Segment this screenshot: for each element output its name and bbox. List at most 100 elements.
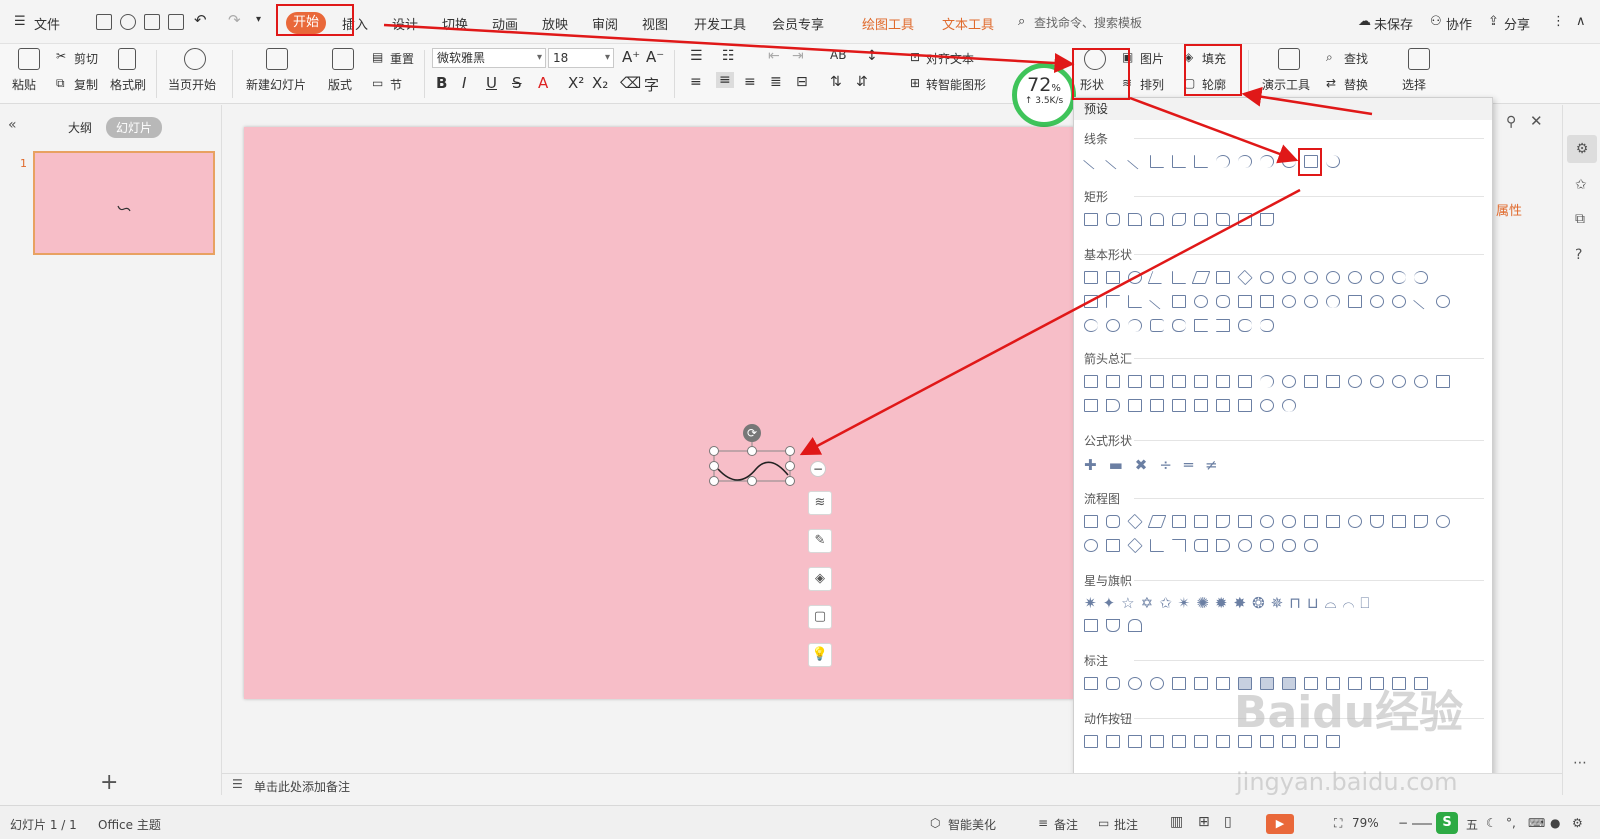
- tab-developer[interactable]: 开发工具: [694, 14, 746, 33]
- unsaved-status[interactable]: 未保存: [1374, 14, 1413, 33]
- star8-icon[interactable]: ✴: [1178, 594, 1197, 612]
- right-brace-icon[interactable]: [1260, 319, 1274, 332]
- command-search-input[interactable]: 查找命令、搜索模板: [1034, 12, 1184, 34]
- flow-punched-tape-icon[interactable]: [1414, 515, 1428, 528]
- plus-icon[interactable]: ✚: [1084, 456, 1097, 474]
- reading-view-icon[interactable]: ▯: [1224, 814, 1232, 830]
- justify-icon[interactable]: ≣: [770, 74, 782, 90]
- add-slide-icon[interactable]: +: [100, 770, 118, 795]
- curved-double-arrow-icon[interactable]: [1260, 155, 1274, 168]
- bent-up-arrow-icon[interactable]: [1326, 375, 1340, 388]
- action-info-icon[interactable]: [1194, 735, 1208, 748]
- zoom-slider[interactable]: [1412, 823, 1432, 825]
- minus-shape-icon[interactable]: ▬: [1109, 456, 1123, 474]
- flow-sequential-access-icon[interactable]: [1238, 539, 1252, 552]
- export-icon[interactable]: [120, 14, 136, 30]
- strikethrough-icon[interactable]: S: [512, 74, 522, 92]
- curved-left-arrow-icon[interactable]: [1370, 375, 1384, 388]
- flow-delay-icon[interactable]: [1216, 539, 1230, 552]
- flow-manual-input-icon[interactable]: [1304, 515, 1318, 528]
- star-icon[interactable]: ✩: [1575, 177, 1587, 193]
- star16-icon[interactable]: ✸: [1234, 594, 1253, 612]
- diamond-icon[interactable]: [1237, 269, 1253, 286]
- star4-icon[interactable]: ✦: [1103, 594, 1122, 612]
- paragraph-spacing-icon[interactable]: ⇅: [830, 74, 842, 90]
- striped-right-arrow-icon[interactable]: [1436, 375, 1450, 388]
- cut-button[interactable]: 剪切: [74, 50, 98, 67]
- flow-offpage-icon[interactable]: [1370, 515, 1384, 528]
- block-arc-icon[interactable]: [1326, 295, 1340, 308]
- font-color-icon[interactable]: A: [538, 74, 548, 92]
- star7-icon[interactable]: ✩: [1159, 594, 1178, 612]
- align-center-icon[interactable]: ≡: [716, 72, 734, 88]
- notes-toggle-button[interactable]: 备注: [1054, 816, 1078, 833]
- flow-data-icon[interactable]: [1147, 515, 1167, 528]
- star32-icon[interactable]: ✵: [1271, 594, 1290, 612]
- increase-font-icon[interactable]: A⁺: [622, 48, 640, 66]
- bent-arrow-icon[interactable]: [1260, 375, 1274, 388]
- flow-display-icon[interactable]: [1304, 539, 1318, 552]
- line-callout3-icon[interactable]: [1216, 677, 1230, 690]
- phonetic-icon[interactable]: 字: [644, 74, 659, 95]
- diagonal-stripe-icon[interactable]: [1149, 293, 1165, 310]
- slide-thumbnail[interactable]: [33, 151, 215, 255]
- layers-icon[interactable]: ≋: [808, 491, 832, 515]
- triangle-icon[interactable]: [1147, 271, 1167, 284]
- cube-icon[interactable]: [1238, 295, 1252, 308]
- flow-merge-icon[interactable]: [1172, 539, 1186, 552]
- plain-rectangle-icon[interactable]: [1238, 213, 1252, 226]
- left-up-arrow-icon[interactable]: [1304, 375, 1318, 388]
- flow-collate-icon[interactable]: [1106, 539, 1120, 552]
- print-preview-icon[interactable]: [168, 14, 184, 30]
- resize-handle[interactable]: [709, 446, 719, 456]
- zoom-out-icon[interactable]: −: [1398, 816, 1408, 830]
- save-icon[interactable]: [96, 14, 112, 30]
- layout-button[interactable]: 版式: [328, 76, 352, 93]
- flow-sort-icon[interactable]: [1127, 537, 1143, 554]
- multiply-icon[interactable]: ✖: [1135, 456, 1148, 474]
- double-arrow-line-icon[interactable]: [1127, 153, 1143, 170]
- not-equal-icon[interactable]: ≠: [1205, 456, 1218, 474]
- rect-callout-icon[interactable]: [1084, 677, 1098, 690]
- oval-callout-icon[interactable]: [1128, 677, 1142, 690]
- customize-qat-icon[interactable]: ▾: [256, 14, 261, 25]
- flow-extract-icon[interactable]: [1150, 539, 1164, 552]
- l-shape-icon[interactable]: [1128, 295, 1142, 308]
- print-icon[interactable]: [144, 14, 160, 30]
- up-down-arrow-icon[interactable]: [1194, 375, 1208, 388]
- arc-icon[interactable]: [1128, 319, 1142, 332]
- cloud-callout-icon[interactable]: [1150, 677, 1164, 690]
- presentation-tools-icon[interactable]: [1278, 48, 1300, 70]
- lightning-icon[interactable]: [1413, 293, 1429, 310]
- ime-s-icon[interactable]: S: [1436, 812, 1458, 834]
- curved-right-arrow-icon[interactable]: [1348, 375, 1362, 388]
- lightbulb-icon[interactable]: 💡: [808, 643, 832, 667]
- up-arrow-icon[interactable]: [1128, 375, 1142, 388]
- arrange-button[interactable]: 排列: [1140, 76, 1164, 93]
- sorter-view-icon[interactable]: ⊞: [1198, 814, 1210, 830]
- action-forward-icon[interactable]: [1106, 735, 1120, 748]
- properties-tab-label[interactable]: 属性: [1496, 200, 1522, 219]
- numbered-list-icon[interactable]: ☷: [722, 48, 735, 64]
- circular-arrow-icon[interactable]: [1260, 399, 1274, 412]
- snip-rectangle-icon[interactable]: [1128, 213, 1142, 226]
- moon-icon[interactable]: [1084, 319, 1098, 332]
- elbow-connector-icon[interactable]: [1150, 155, 1164, 168]
- octagon-icon[interactable]: [1326, 271, 1340, 284]
- double-bracket-icon[interactable]: [1150, 319, 1164, 332]
- fit-window-icon[interactable]: ⛶: [1334, 816, 1342, 831]
- left-right-arrow-icon[interactable]: [1172, 375, 1186, 388]
- collapse-panel-icon[interactable]: «: [8, 117, 17, 133]
- heptagon-icon[interactable]: [1304, 271, 1318, 284]
- smart-beautify-button[interactable]: 智能美化: [948, 816, 996, 833]
- layout-icon[interactable]: [332, 48, 354, 70]
- donut-icon[interactable]: [1282, 295, 1296, 308]
- elbow-double-arrow-icon[interactable]: [1194, 155, 1208, 168]
- flow-or-icon[interactable]: [1084, 539, 1098, 552]
- smart-shape-button[interactable]: 转智能图形: [926, 76, 986, 93]
- curved-down-arrow-icon[interactable]: [1414, 375, 1428, 388]
- frame-icon[interactable]: [1084, 295, 1098, 308]
- horizontal-scroll-icon[interactable]: [1084, 619, 1098, 632]
- line-spacing-options-icon[interactable]: ⇵: [856, 74, 868, 90]
- collapse-ribbon-icon[interactable]: ∧: [1576, 14, 1586, 29]
